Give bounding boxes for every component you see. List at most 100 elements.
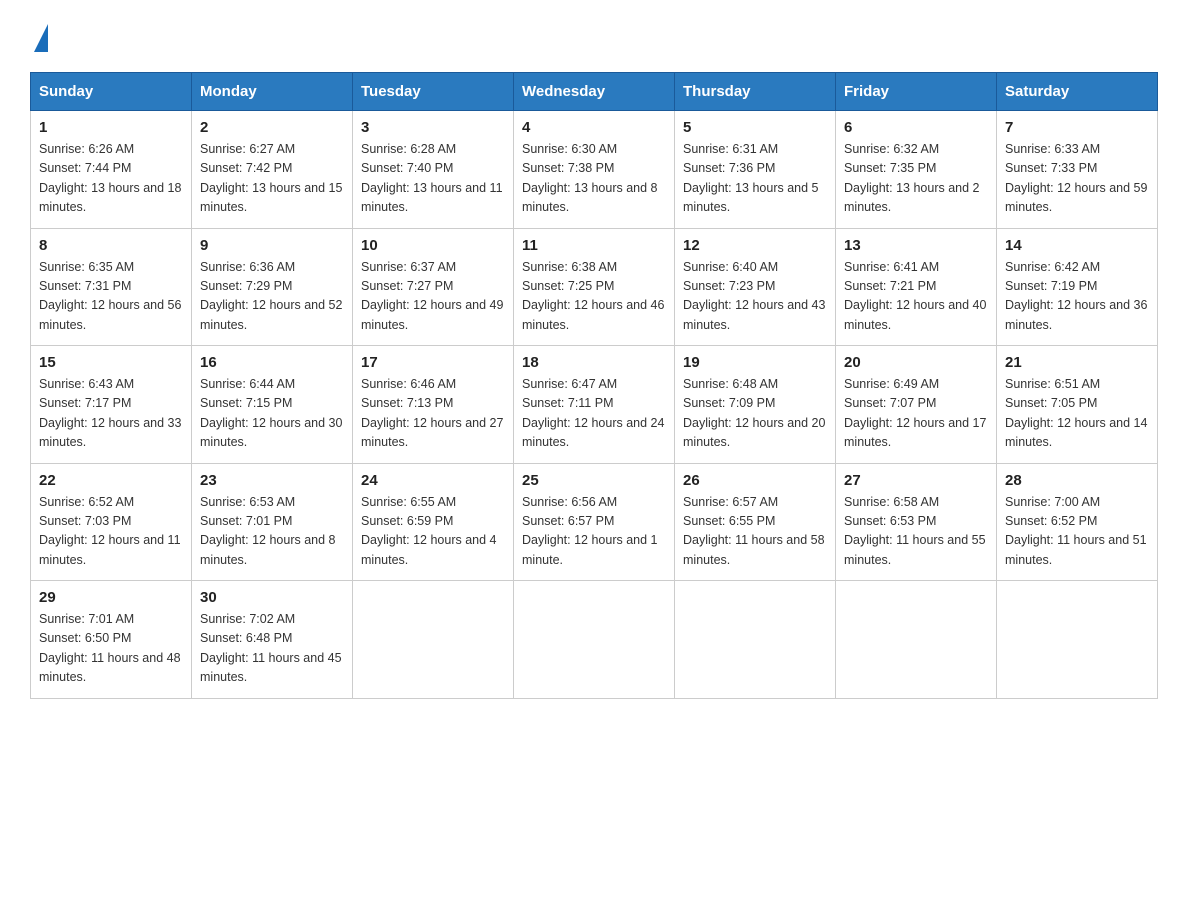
day-info: Sunrise: 6:56 AMSunset: 6:57 PMDaylight:… [522,493,666,571]
calendar-week-row: 1 Sunrise: 6:26 AMSunset: 7:44 PMDaylight… [31,111,1158,229]
calendar-cell: 21 Sunrise: 6:51 AMSunset: 7:05 PMDayligh… [997,346,1158,464]
page-header [30,20,1158,52]
weekday-header-saturday: Saturday [997,73,1158,111]
calendar-cell: 28 Sunrise: 7:00 AMSunset: 6:52 PMDayligh… [997,463,1158,581]
day-number: 20 [844,354,988,371]
day-info: Sunrise: 6:40 AMSunset: 7:23 PMDaylight:… [683,258,827,336]
day-number: 24 [361,472,505,489]
day-info: Sunrise: 6:46 AMSunset: 7:13 PMDaylight:… [361,375,505,453]
day-info: Sunrise: 6:53 AMSunset: 7:01 PMDaylight:… [200,493,344,571]
day-number: 21 [1005,354,1149,371]
calendar-cell: 4Sunrise: 6:30 AMSunset: 7:38 PMDaylight… [514,111,675,229]
calendar-cell [836,581,997,699]
calendar-cell: 30 Sunrise: 7:02 AMSunset: 6:48 PMDayligh… [192,581,353,699]
day-number: 1 [39,119,183,136]
day-info: Sunrise: 6:41 AMSunset: 7:21 PMDaylight:… [844,258,988,336]
day-number: 25 [522,472,666,489]
day-info: Sunrise: 6:47 AMSunset: 7:11 PMDaylight:… [522,375,666,453]
calendar-cell: 1 Sunrise: 6:26 AMSunset: 7:44 PMDaylight… [31,111,192,229]
calendar-cell: 27Sunrise: 6:58 AMSunset: 6:53 PMDayligh… [836,463,997,581]
calendar-cell: 7 Sunrise: 6:33 AMSunset: 7:33 PMDaylight… [997,111,1158,229]
weekday-header-wednesday: Wednesday [514,73,675,111]
day-info: Sunrise: 6:42 AMSunset: 7:19 PMDaylight:… [1005,258,1149,336]
calendar-cell: 26 Sunrise: 6:57 AMSunset: 6:55 PMDayligh… [675,463,836,581]
weekday-header-friday: Friday [836,73,997,111]
day-info: Sunrise: 6:57 AMSunset: 6:55 PMDaylight:… [683,493,827,571]
day-number: 6 [844,119,988,136]
day-number: 3 [361,119,505,136]
day-number: 2 [200,119,344,136]
day-info: Sunrise: 6:28 AMSunset: 7:40 PMDaylight:… [361,140,505,218]
weekday-header-tuesday: Tuesday [353,73,514,111]
day-info: Sunrise: 6:43 AMSunset: 7:17 PMDaylight:… [39,375,183,453]
day-info: Sunrise: 6:26 AMSunset: 7:44 PMDaylight:… [39,140,183,218]
day-info: Sunrise: 6:31 AMSunset: 7:36 PMDaylight:… [683,140,827,218]
day-info: Sunrise: 6:49 AMSunset: 7:07 PMDaylight:… [844,375,988,453]
day-info: Sunrise: 7:00 AMSunset: 6:52 PMDaylight:… [1005,493,1149,571]
day-info: Sunrise: 7:01 AMSunset: 6:50 PMDaylight:… [39,610,183,688]
day-number: 12 [683,237,827,254]
calendar-week-row: 8 Sunrise: 6:35 AMSunset: 7:31 PMDaylight… [31,228,1158,346]
calendar-cell: 8 Sunrise: 6:35 AMSunset: 7:31 PMDaylight… [31,228,192,346]
day-info: Sunrise: 6:33 AMSunset: 7:33 PMDaylight:… [1005,140,1149,218]
day-number: 13 [844,237,988,254]
weekday-header-sunday: Sunday [31,73,192,111]
calendar-cell: 11 Sunrise: 6:38 AMSunset: 7:25 PMDayligh… [514,228,675,346]
day-number: 14 [1005,237,1149,254]
calendar-cell: 18 Sunrise: 6:47 AMSunset: 7:11 PMDayligh… [514,346,675,464]
calendar-table: SundayMondayTuesdayWednesdayThursdayFrid… [30,72,1158,699]
calendar-cell [353,581,514,699]
day-number: 23 [200,472,344,489]
day-info: Sunrise: 6:35 AMSunset: 7:31 PMDaylight:… [39,258,183,336]
logo-triangle-icon [34,24,48,52]
day-info: Sunrise: 6:51 AMSunset: 7:05 PMDaylight:… [1005,375,1149,453]
day-number: 29 [39,589,183,606]
day-info: Sunrise: 6:37 AMSunset: 7:27 PMDaylight:… [361,258,505,336]
calendar-cell [997,581,1158,699]
calendar-cell: 9 Sunrise: 6:36 AMSunset: 7:29 PMDaylight… [192,228,353,346]
day-info: Sunrise: 6:52 AMSunset: 7:03 PMDaylight:… [39,493,183,571]
day-number: 22 [39,472,183,489]
day-number: 10 [361,237,505,254]
calendar-cell [675,581,836,699]
day-number: 26 [683,472,827,489]
calendar-cell: 17 Sunrise: 6:46 AMSunset: 7:13 PMDayligh… [353,346,514,464]
calendar-cell: 29 Sunrise: 7:01 AMSunset: 6:50 PMDayligh… [31,581,192,699]
calendar-cell: 5 Sunrise: 6:31 AMSunset: 7:36 PMDaylight… [675,111,836,229]
weekday-header-row: SundayMondayTuesdayWednesdayThursdayFrid… [31,73,1158,111]
day-number: 4 [522,119,666,136]
calendar-cell: 3 Sunrise: 6:28 AMSunset: 7:40 PMDaylight… [353,111,514,229]
day-info: Sunrise: 6:48 AMSunset: 7:09 PMDaylight:… [683,375,827,453]
day-info: Sunrise: 6:36 AMSunset: 7:29 PMDaylight:… [200,258,344,336]
calendar-cell: 12 Sunrise: 6:40 AMSunset: 7:23 PMDayligh… [675,228,836,346]
day-number: 5 [683,119,827,136]
day-number: 11 [522,237,666,254]
day-info: Sunrise: 6:38 AMSunset: 7:25 PMDaylight:… [522,258,666,336]
calendar-cell: 24Sunrise: 6:55 AMSunset: 6:59 PMDayligh… [353,463,514,581]
weekday-header-monday: Monday [192,73,353,111]
calendar-cell: 13 Sunrise: 6:41 AMSunset: 7:21 PMDayligh… [836,228,997,346]
calendar-week-row: 29 Sunrise: 7:01 AMSunset: 6:50 PMDayligh… [31,581,1158,699]
day-number: 16 [200,354,344,371]
calendar-cell: 23 Sunrise: 6:53 AMSunset: 7:01 PMDayligh… [192,463,353,581]
day-info: Sunrise: 6:44 AMSunset: 7:15 PMDaylight:… [200,375,344,453]
day-number: 8 [39,237,183,254]
calendar-week-row: 22 Sunrise: 6:52 AMSunset: 7:03 PMDayligh… [31,463,1158,581]
calendar-cell: 19Sunrise: 6:48 AMSunset: 7:09 PMDayligh… [675,346,836,464]
day-number: 28 [1005,472,1149,489]
calendar-cell: 15 Sunrise: 6:43 AMSunset: 7:17 PMDayligh… [31,346,192,464]
day-info: Sunrise: 7:02 AMSunset: 6:48 PMDaylight:… [200,610,344,688]
calendar-cell: 10 Sunrise: 6:37 AMSunset: 7:27 PMDayligh… [353,228,514,346]
day-number: 17 [361,354,505,371]
day-number: 30 [200,589,344,606]
day-info: Sunrise: 6:32 AMSunset: 7:35 PMDaylight:… [844,140,988,218]
day-number: 18 [522,354,666,371]
calendar-cell [514,581,675,699]
day-number: 9 [200,237,344,254]
calendar-cell: 2Sunrise: 6:27 AMSunset: 7:42 PMDaylight… [192,111,353,229]
day-number: 7 [1005,119,1149,136]
calendar-cell: 16 Sunrise: 6:44 AMSunset: 7:15 PMDayligh… [192,346,353,464]
logo [30,20,48,52]
day-number: 15 [39,354,183,371]
day-number: 27 [844,472,988,489]
